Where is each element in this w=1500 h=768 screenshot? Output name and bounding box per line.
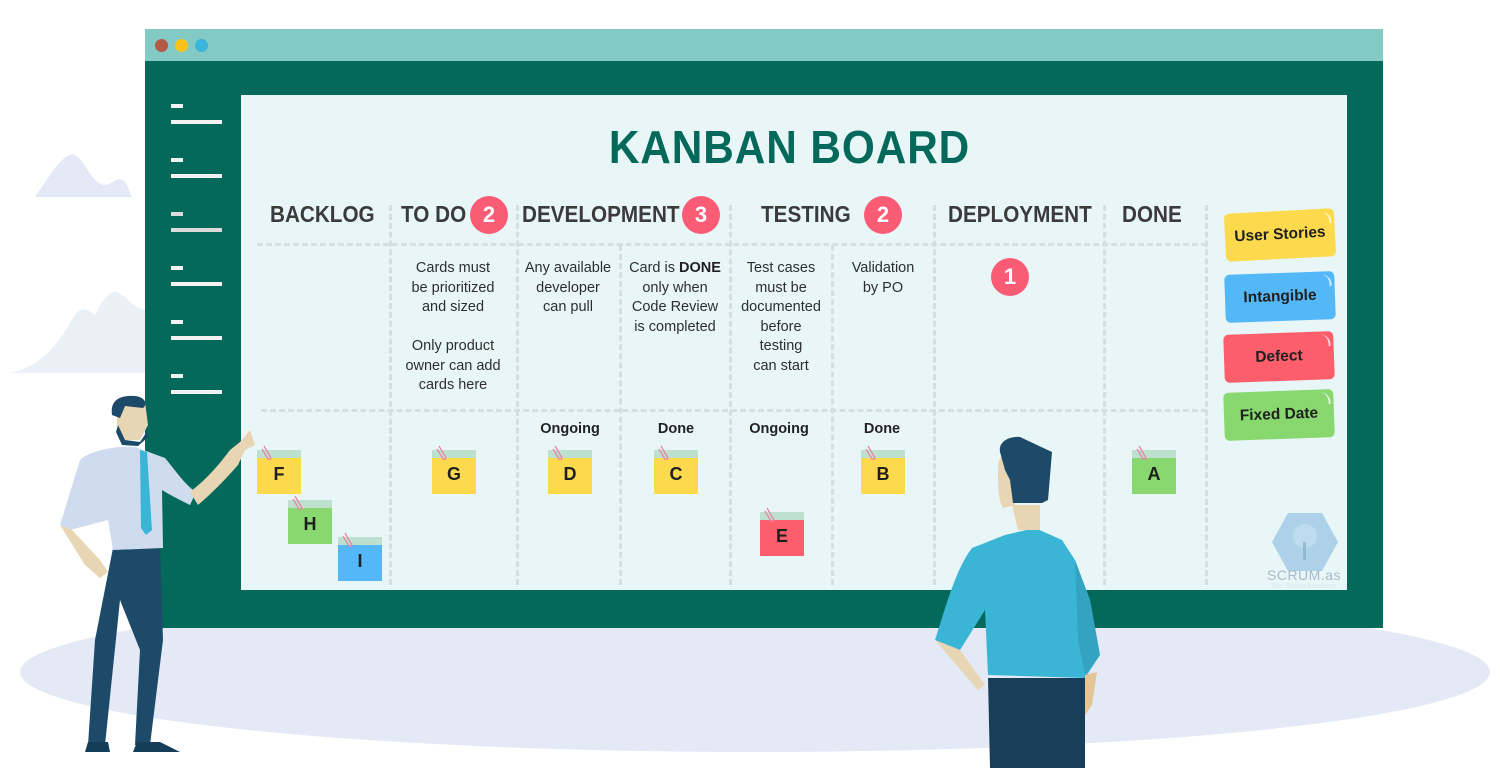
column-divider — [1205, 205, 1208, 585]
wip-limit-badge-development: 3 — [682, 196, 720, 234]
policy-divider — [261, 409, 1207, 412]
kanban-card[interactable]: B — [861, 445, 905, 494]
scrum-academy-logo-icon — [1272, 513, 1338, 571]
subcolumn-header-testing-done: Done — [863, 421, 901, 437]
paperclip-icon — [658, 445, 669, 460]
header-divider — [257, 243, 1207, 246]
policy-development-ongoing: Any available developer can pull — [524, 260, 612, 315]
app-window: KANBAN BOARD BACKLOG TO DO 2 DEVELOPMENT… — [145, 29, 1383, 628]
paperclip-icon — [764, 507, 775, 522]
minimize-window-button[interactable] — [175, 39, 188, 52]
legend-defect: Defect — [1223, 331, 1335, 383]
legend-user-stories: User Stories — [1223, 208, 1337, 262]
kanban-card[interactable]: H — [288, 495, 332, 544]
paperclip-icon — [436, 445, 447, 460]
wip-limit-badge-todo: 2 — [470, 196, 508, 234]
watermark-brand: SCRUM.as — [1267, 567, 1342, 583]
watermark-tagline: The Scrum Academy — [1271, 583, 1336, 590]
maximize-window-button[interactable] — [195, 39, 208, 52]
policy-development-done: Card is DONE only when Code Review is co… — [629, 260, 721, 335]
policy-todo: Cards must be prioritized and sized Only… — [405, 260, 501, 393]
column-header-development: DEVELOPMENT — [522, 201, 680, 227]
column-header-testing: TESTING — [761, 201, 851, 227]
kanban-board: KANBAN BOARD BACKLOG TO DO 2 DEVELOPMENT… — [241, 95, 1347, 590]
cloud-shape — [35, 154, 132, 197]
kanban-card[interactable]: C — [654, 445, 698, 494]
close-window-button[interactable] — [155, 39, 168, 52]
board-title: KANBAN BOARD — [608, 121, 971, 173]
policy-testing-done: Validation by PO — [851, 260, 915, 296]
kanban-card[interactable]: G — [432, 445, 476, 494]
kanban-card[interactable]: E — [760, 507, 804, 556]
legend-intangible: Intangible — [1224, 271, 1336, 323]
column-header-backlog: BACKLOG — [270, 201, 375, 227]
paperclip-icon — [552, 445, 563, 460]
column-divider — [933, 205, 936, 585]
legend-fixed-date: Fixed Date — [1223, 389, 1335, 441]
column-header-done: DONE — [1122, 201, 1182, 227]
subcolumn-header-testing-ongoing: Ongoing — [749, 421, 809, 437]
kanban-card[interactable]: D — [548, 445, 592, 494]
paperclip-icon — [1136, 445, 1147, 460]
window-titlebar — [145, 29, 1383, 61]
kanban-card[interactable]: I — [338, 532, 382, 581]
wip-limit-badge-testing: 2 — [864, 196, 902, 234]
kanban-card[interactable]: F — [257, 445, 301, 494]
subcolumn-header-development-ongoing: Ongoing — [540, 421, 600, 437]
column-header-todo: TO DO — [401, 201, 467, 227]
paperclip-icon — [342, 532, 353, 547]
column-divider — [1103, 205, 1106, 585]
column-header-deployment: DEPLOYMENT — [948, 201, 1092, 227]
paperclip-icon — [865, 445, 876, 460]
paperclip-icon — [261, 445, 272, 460]
wip-limit-badge-deployment: 1 — [991, 258, 1029, 296]
subcolumn-header-development-done: Done — [657, 421, 695, 437]
policy-testing-ongoing: Test cases must be documented before tes… — [741, 260, 821, 374]
kanban-card[interactable]: A — [1132, 445, 1176, 494]
paperclip-icon — [292, 495, 303, 510]
mountain-shape — [10, 291, 145, 373]
